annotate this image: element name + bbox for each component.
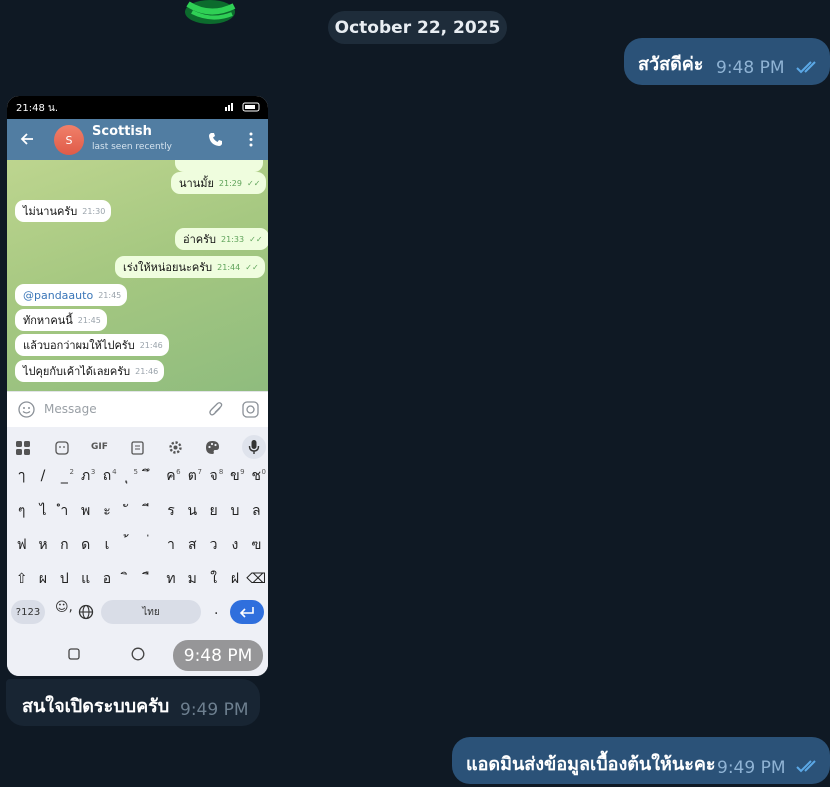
- gif-button: GIF: [91, 442, 108, 452]
- phone-message-incoming: @pandaauto 21:45: [15, 284, 128, 306]
- read-ticks-icon: [796, 61, 816, 74]
- recent-apps-icon: [68, 648, 80, 660]
- keyboard-toolbar: GIF: [7, 433, 268, 461]
- shift-key-icon: ⇧: [15, 571, 28, 587]
- contact-status: last seen recently: [92, 142, 173, 152]
- read-ticks-icon: ✓✓: [245, 262, 259, 272]
- phone-message-text: อ่าครับ: [183, 233, 217, 246]
- phone-keyboard: GIF ๅ/ _2 ภ3 ถ4 ุ5 ึ ค6 ต7 จ8: [7, 427, 268, 676]
- emoji-icon: [18, 401, 35, 418]
- avatar[interactable]: S: [54, 125, 84, 155]
- message-text: สนใจเปิดระบบครับ: [22, 696, 170, 717]
- keyboard-row-2: ๆไำพะัีรนยบล: [17, 503, 261, 519]
- phone-message-incoming: แล้วบอกว่าผมให้ไปครับ 21:46: [15, 334, 169, 356]
- phone-message-time: 21:33: [221, 234, 245, 244]
- symbols-key: ?123: [11, 600, 45, 624]
- keyboard-bottom-row: ?123 ☺, ไทย .: [7, 598, 268, 626]
- mention-link: @pandaauto: [23, 288, 94, 302]
- phone-chat-area: นานมั้ย 21:29 ✓✓ ไม่นานครับ 21:30 อ่าครับ 21…: [7, 160, 268, 391]
- phone-message-time: 21:46: [135, 366, 159, 376]
- phone-message-time: 21:46: [139, 340, 163, 350]
- keyboard-row-4: ⇧ ผปแอิืทมใฝ ⌫: [11, 565, 267, 593]
- phone-message-text: แล้วบอกว่าผมให้ไปครับ: [23, 339, 135, 352]
- phone-message-incoming: ทักหาคนนี้ 21:45: [15, 309, 107, 331]
- phone-message-time: 21:30: [82, 206, 106, 216]
- phone-message-text: เร่งให้หน่อยนะครับ: [123, 261, 213, 274]
- globe-icon: [78, 604, 94, 620]
- phone-message-outgoing: นานมั้ย 21:29 ✓✓: [171, 172, 267, 194]
- phone-message-input: Message: [7, 391, 268, 428]
- space-bar: ไทย: [101, 600, 201, 624]
- phone-chat-header: S Scottish last seen recently: [7, 119, 268, 160]
- emoji-comma-key: ☺,: [55, 600, 73, 615]
- contact-name: Scottish: [92, 124, 152, 139]
- message-text: สวัสดีค่ะ: [638, 54, 704, 75]
- sticker-icon: [185, 0, 236, 24]
- keyboard-row-3: ฟหกดเ้่าสวงฃ: [16, 537, 262, 553]
- message-incoming[interactable]: สนใจเปิดระบบครับ 9:49 PM: [6, 679, 260, 726]
- photo-message[interactable]: 21:48 น. S Scottish last seen recently น…: [7, 96, 268, 676]
- phone-message-text: นานมั้ย: [179, 177, 214, 190]
- message-text: แอดมินส่งข้อมูลเบื้องต้นให้นะคะ: [466, 754, 716, 775]
- phone-message-time: 21:44: [217, 262, 241, 272]
- phone-message-text: ไปคุยกับเค้าได้เลยครับ: [23, 365, 131, 378]
- avatar-letter: S: [65, 133, 73, 147]
- microphone-icon: [242, 435, 266, 459]
- message-time: 9:49 PM: [717, 758, 786, 778]
- phone-status-bar: 21:48 น.: [7, 96, 268, 119]
- phone-message-incoming: ไปคุยกับเค้าได้เลยครับ 21:46: [15, 360, 165, 382]
- phone-message-incoming: ไม่นานครับ 21:30: [15, 200, 112, 222]
- phone-call-icon[interactable]: [208, 132, 223, 147]
- camera-icon: [242, 401, 259, 418]
- photo-time-overlay: 9:48 PM: [173, 640, 263, 671]
- signal-battery-icon: [225, 102, 260, 112]
- home-icon: [131, 647, 145, 661]
- enter-key: [230, 600, 264, 624]
- phone-message-outgoing: [175, 160, 263, 172]
- phone-message-outgoing: เร่งให้หน่อยนะครับ 21:44 ✓✓: [115, 256, 265, 278]
- read-ticks-icon: ✓✓: [246, 178, 261, 188]
- phone-message-time: 21:45: [98, 290, 122, 300]
- read-ticks-icon: ✓✓: [249, 234, 263, 244]
- message-outgoing[interactable]: แอดมินส่งข้อมูลเบื้องต้นให้นะคะ 9:49 PM: [452, 737, 830, 784]
- phone-message-time: 21:29: [218, 178, 242, 188]
- message-outgoing[interactable]: สวัสดีค่ะ 9:48 PM: [624, 38, 830, 85]
- apps-grid-icon: [16, 441, 30, 455]
- phone-message-text: ทักหาคนนี้: [23, 314, 73, 327]
- message-time: 9:48 PM: [716, 58, 785, 78]
- message-time: 9:49 PM: [180, 700, 249, 720]
- phone-message-text: ไม่นานครับ: [23, 205, 78, 218]
- back-arrow-icon[interactable]: [20, 132, 34, 146]
- phone-message-time: 21:45: [77, 315, 101, 325]
- phone-message-outgoing: อ่าครับ 21:33 ✓✓: [175, 228, 268, 250]
- more-menu-icon[interactable]: [248, 132, 254, 147]
- attach-icon: [209, 402, 223, 416]
- period-key: .: [214, 602, 219, 618]
- date-separator: October 22, 2025: [328, 11, 507, 44]
- keyboard-row-1: ๅ/ _2 ภ3 ถ4 ุ5 ึ ค6 ต7 จ8 ข9 ช0: [18, 468, 266, 484]
- read-ticks-icon: [796, 760, 816, 773]
- settings-gear-icon: [169, 441, 182, 454]
- enter-arrow-icon: [239, 607, 254, 618]
- sticker-icon: [55, 441, 69, 455]
- palette-icon: [206, 441, 219, 454]
- status-time: 21:48 น.: [16, 103, 59, 114]
- clipboard-icon: [131, 441, 144, 455]
- backspace-key-icon: ⌫: [246, 571, 267, 587]
- message-placeholder: Message: [44, 402, 97, 416]
